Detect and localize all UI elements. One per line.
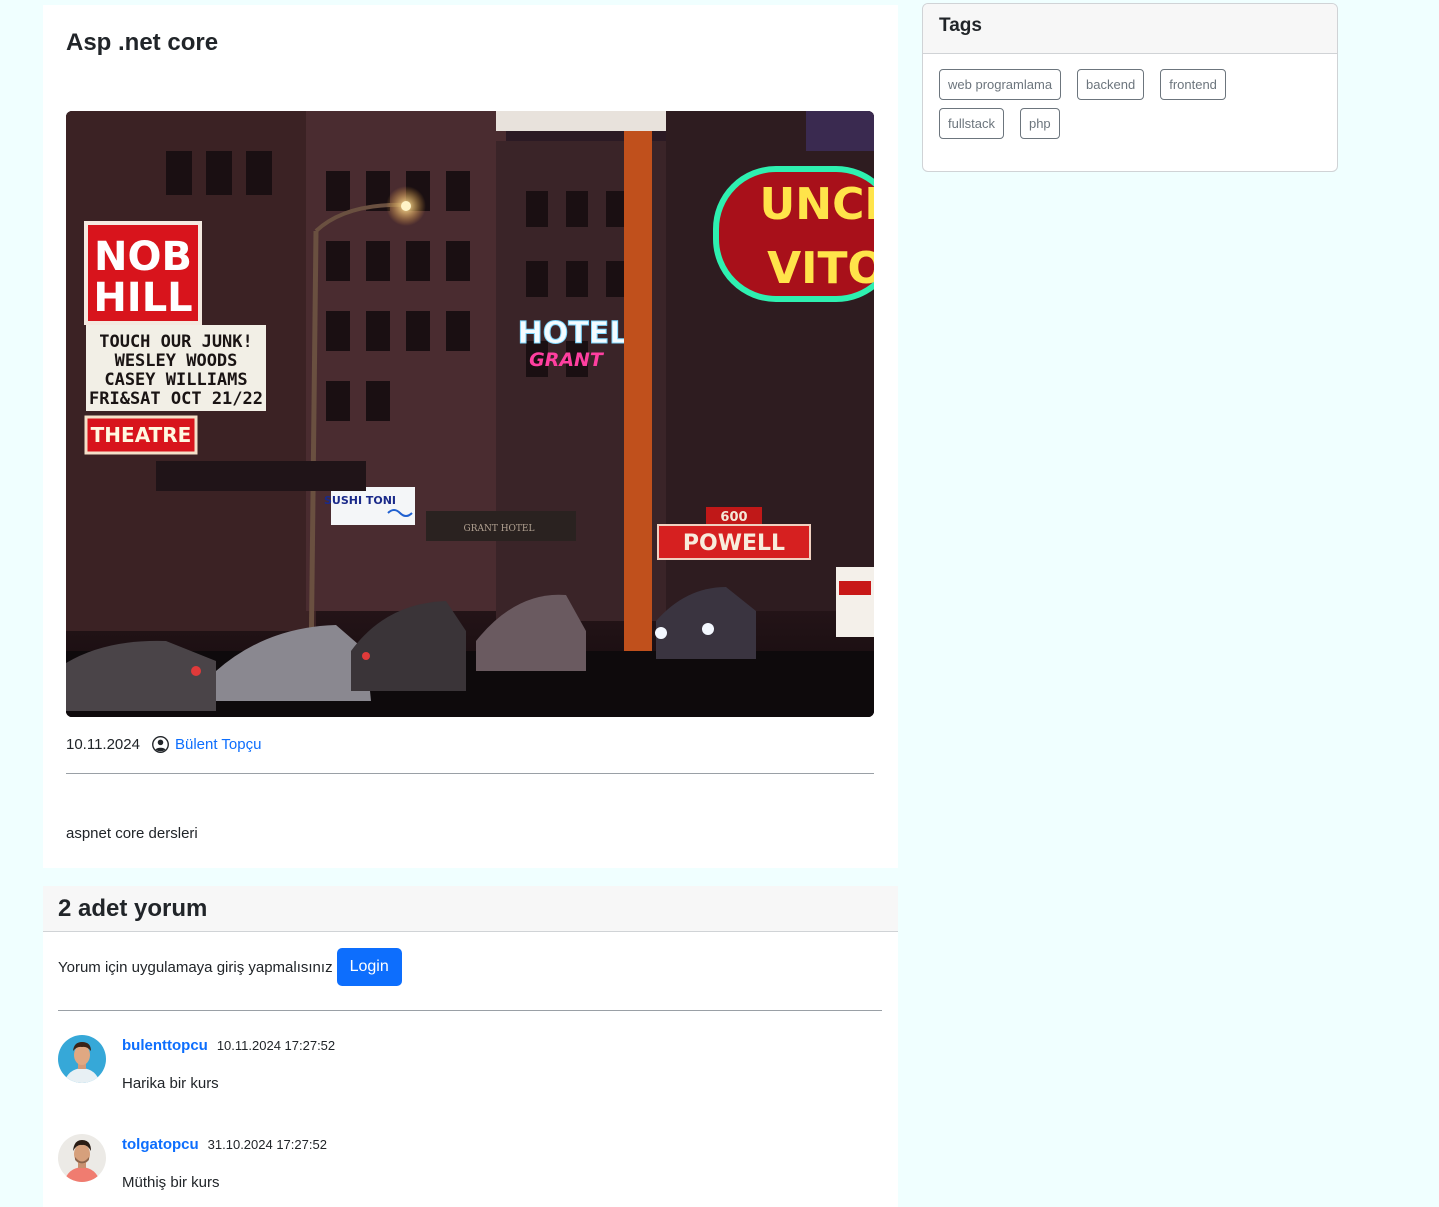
tags-title: Tags [939,15,982,36]
divider [58,1010,882,1011]
svg-text:GRANT: GRANT [529,349,605,371]
post-image: NOB HILL TOUCH OUR JUNK! WESLEY WOODS CA… [66,111,874,717]
tags-card: Tags web programlama backend frontend fu… [922,3,1338,172]
avatar [58,1134,106,1182]
comment-text: Harika bir kurs [122,1075,219,1092]
comments-header: 2 adet yorum [43,886,898,932]
post-title: Asp .net core [66,29,219,56]
svg-text:THEATRE: THEATRE [91,423,192,447]
post-date: 10.11.2024 [66,736,140,753]
comment-header: tolgatopcu 31.10.2024 17:27:52 [122,1136,327,1153]
comment-date: 31.10.2024 17:27:52 [207,1137,327,1152]
svg-text:CASEY WILLIAMS: CASEY WILLIAMS [104,370,247,390]
comments-card: 2 adet yorum Yorum için uygulamaya giriş… [43,886,898,1207]
svg-text:GRANT HOTEL: GRANT HOTEL [464,524,535,534]
login-prompt: Yorum için uygulamaya giriş yapmalısınız [58,958,333,976]
comment-item: tolgatopcu 31.10.2024 17:27:52 Müthiş bi… [58,1134,882,1207]
svg-text:TOUCH OUR JUNK!: TOUCH OUR JUNK! [99,332,253,352]
comment-header: bulenttopcu 10.11.2024 17:27:52 [122,1037,335,1054]
tag-php[interactable]: php [1019,108,1060,139]
svg-text:VITO: VITO [767,243,874,294]
svg-text:NOB: NOB [94,234,192,280]
svg-text:HILL: HILL [93,275,192,321]
divider [66,773,874,774]
svg-text:600: 600 [720,510,747,525]
svg-text:HOTEL: HOTEL [518,316,629,351]
tag-backend[interactable]: backend [1077,69,1145,100]
user-circle-icon [152,736,169,753]
tag-web-programlama[interactable]: web programlama [939,69,1062,100]
tag-fullstack[interactable]: fullstack [939,108,1004,139]
comment-username[interactable]: bulenttopcu [122,1037,208,1054]
tags-header: Tags [923,4,1337,54]
svg-text:UNCL: UNCL [760,179,874,230]
comment-date: 10.11.2024 17:27:52 [216,1038,336,1053]
login-row: Yorum için uygulamaya giriş yapmalısınız… [58,948,402,986]
comment-item: bulenttopcu 10.11.2024 17:27:52 Harika b… [58,1035,882,1115]
comment-text: Müthiş bir kurs [122,1174,220,1191]
author-link[interactable]: Bülent Topçu [175,736,261,753]
comment-username[interactable]: tolgatopcu [122,1136,199,1153]
svg-text:WESLEY WOODS: WESLEY WOODS [115,351,238,371]
svg-text:FRI&SAT OCT 21/22: FRI&SAT OCT 21/22 [89,389,263,409]
avatar [58,1035,106,1083]
post-content: aspnet core dersleri [66,825,198,842]
post-card: Asp .net core NOB HILL TOUCH OUR JUNK! W… [43,5,898,868]
tag-frontend[interactable]: frontend [1160,69,1226,100]
svg-text:SUSHI TONI: SUSHI TONI [324,494,396,507]
login-button[interactable]: Login [336,948,402,986]
comments-count-heading: 2 adet yorum [58,895,208,922]
tags-list: web programlama backend frontend fullsta… [923,54,1283,139]
svg-text:POWELL: POWELL [683,531,785,556]
post-meta: 10.11.2024 Bülent Topçu [66,736,261,753]
